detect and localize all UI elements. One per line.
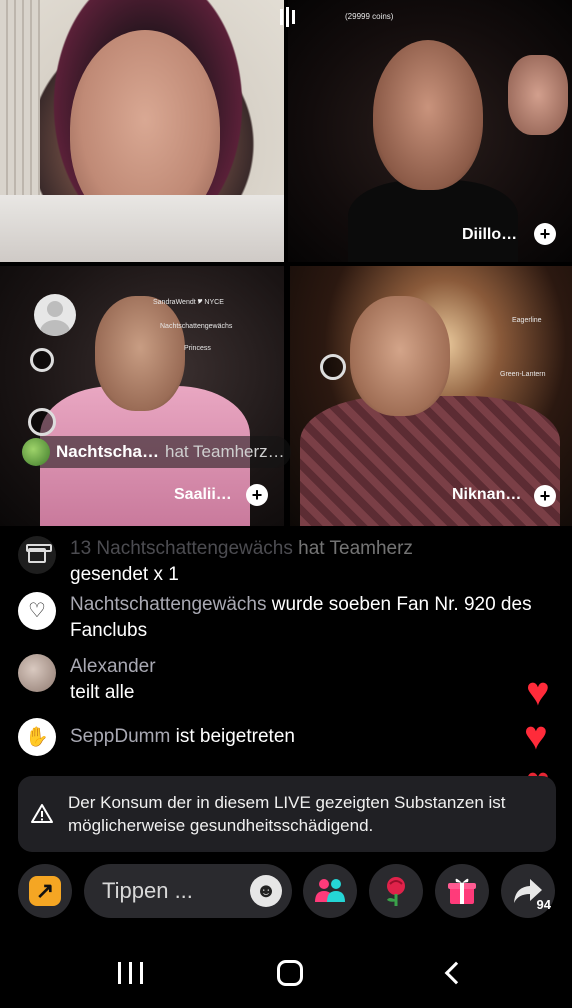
floating-heart-icon: ♥ xyxy=(524,714,548,758)
share-count: 94 xyxy=(536,897,551,912)
chat-message[interactable]: ♡ Nachtschattengewächs wurde soeben Fan … xyxy=(18,592,558,644)
add-guest-plus-icon[interactable]: + xyxy=(534,223,556,245)
video-grid: (29999 coins) Diillo… + SandraWendt 🎔 NY… xyxy=(0,0,572,527)
top-gifter: Nachtschattengewächs xyxy=(160,323,233,330)
home-button[interactable] xyxy=(260,950,320,996)
recents-button[interactable] xyxy=(100,950,160,996)
rose-icon xyxy=(387,877,405,906)
people-icon xyxy=(315,879,345,902)
video-tile-host[interactable] xyxy=(0,0,284,262)
chat-username[interactable]: Alexander xyxy=(70,656,156,677)
add-guest-plus-icon[interactable]: + xyxy=(534,485,556,507)
warning-text: Der Konsum der in diesem LIVE gezeigten … xyxy=(68,793,506,835)
arrow-up-right-icon: ↗ xyxy=(29,876,61,906)
gift-banner-user[interactable]: Nachtscha… xyxy=(56,442,159,462)
frog-icon xyxy=(22,438,50,466)
chat-message[interactable]: ✋ SeppDumm ist beigetreten xyxy=(18,718,558,756)
comment-input[interactable] xyxy=(102,878,242,904)
layout-toggle-icon[interactable] xyxy=(276,6,298,28)
chat-text-faded: hat Teamherz xyxy=(298,538,413,559)
substance-warning-banner: Der Konsum der in diesem LIVE gezeigten … xyxy=(18,776,556,852)
forward-share-button[interactable]: 94 xyxy=(501,864,555,918)
warning-triangle-icon xyxy=(31,804,53,823)
top-gifter: Green-Lantern xyxy=(500,371,546,378)
chat-text: gesendet x 1 xyxy=(70,564,179,585)
waving-hand-icon: ✋ xyxy=(18,718,56,756)
guest-name: Niknan… xyxy=(452,486,522,503)
guest-name: Saalii… xyxy=(174,486,232,503)
progress-ring xyxy=(320,354,346,380)
count-badge: 13 xyxy=(70,538,92,559)
video-tile-guest-1[interactable]: (29999 coins) Diillo… + xyxy=(288,0,572,262)
heart-outline-icon: ♡ xyxy=(18,592,56,630)
chat-text: teilt alle xyxy=(70,682,135,703)
floating-heart-icon: ♥ xyxy=(526,670,550,714)
add-guest-plus-icon[interactable]: + xyxy=(246,484,268,506)
progress-ring xyxy=(28,408,56,436)
back-button[interactable] xyxy=(422,950,482,996)
gift-button[interactable] xyxy=(435,864,489,918)
chat-username[interactable]: Nachtschattengewächs xyxy=(70,594,266,615)
rose-gift-button[interactable] xyxy=(369,864,423,918)
coins-label: (29999 coins) xyxy=(345,12,394,21)
chat-feed[interactable]: 13 Nachtschattengewächs hat Teamherz ges… xyxy=(0,530,572,802)
comment-input-container[interactable]: ☻ xyxy=(84,864,292,918)
home-icon xyxy=(277,960,303,986)
chat-text: ist beigetreten xyxy=(175,726,295,747)
chat-username[interactable]: SeppDumm xyxy=(70,726,170,747)
bottom-action-bar: ↗ ☻ 94 xyxy=(0,862,572,920)
avatar[interactable] xyxy=(34,294,76,336)
box-icon xyxy=(18,536,56,574)
chat-message[interactable]: Alexander teilt alle xyxy=(18,654,558,706)
top-gifter: SandraWendt 🎔 NYCE xyxy=(153,299,224,306)
guest-name: Diillo… xyxy=(462,226,518,243)
gift-box-icon xyxy=(448,878,476,904)
back-chevron-icon xyxy=(444,961,468,985)
chat-username[interactable]: Nachtschattengewächs xyxy=(96,538,292,559)
system-navigation-bar xyxy=(0,938,572,1008)
top-gifter: Eagerline xyxy=(512,317,542,324)
user-avatar[interactable] xyxy=(18,654,56,692)
gift-banner-action: hat Teamherz… xyxy=(164,442,285,461)
gift-banner: Nachtscha… hat Teamherz… xyxy=(20,436,291,468)
emoji-icon[interactable]: ☻ xyxy=(250,875,282,907)
video-tile-guest-3[interactable]: Eagerline Green-Lantern Niknan… + xyxy=(290,266,572,526)
progress-ring xyxy=(30,348,54,372)
top-gifter: Princess xyxy=(184,345,211,352)
guests-button[interactable] xyxy=(303,864,357,918)
share-live-button[interactable]: ↗ xyxy=(18,864,72,918)
chat-message[interactable]: 13 Nachtschattengewächs hat Teamherz ges… xyxy=(18,536,558,588)
